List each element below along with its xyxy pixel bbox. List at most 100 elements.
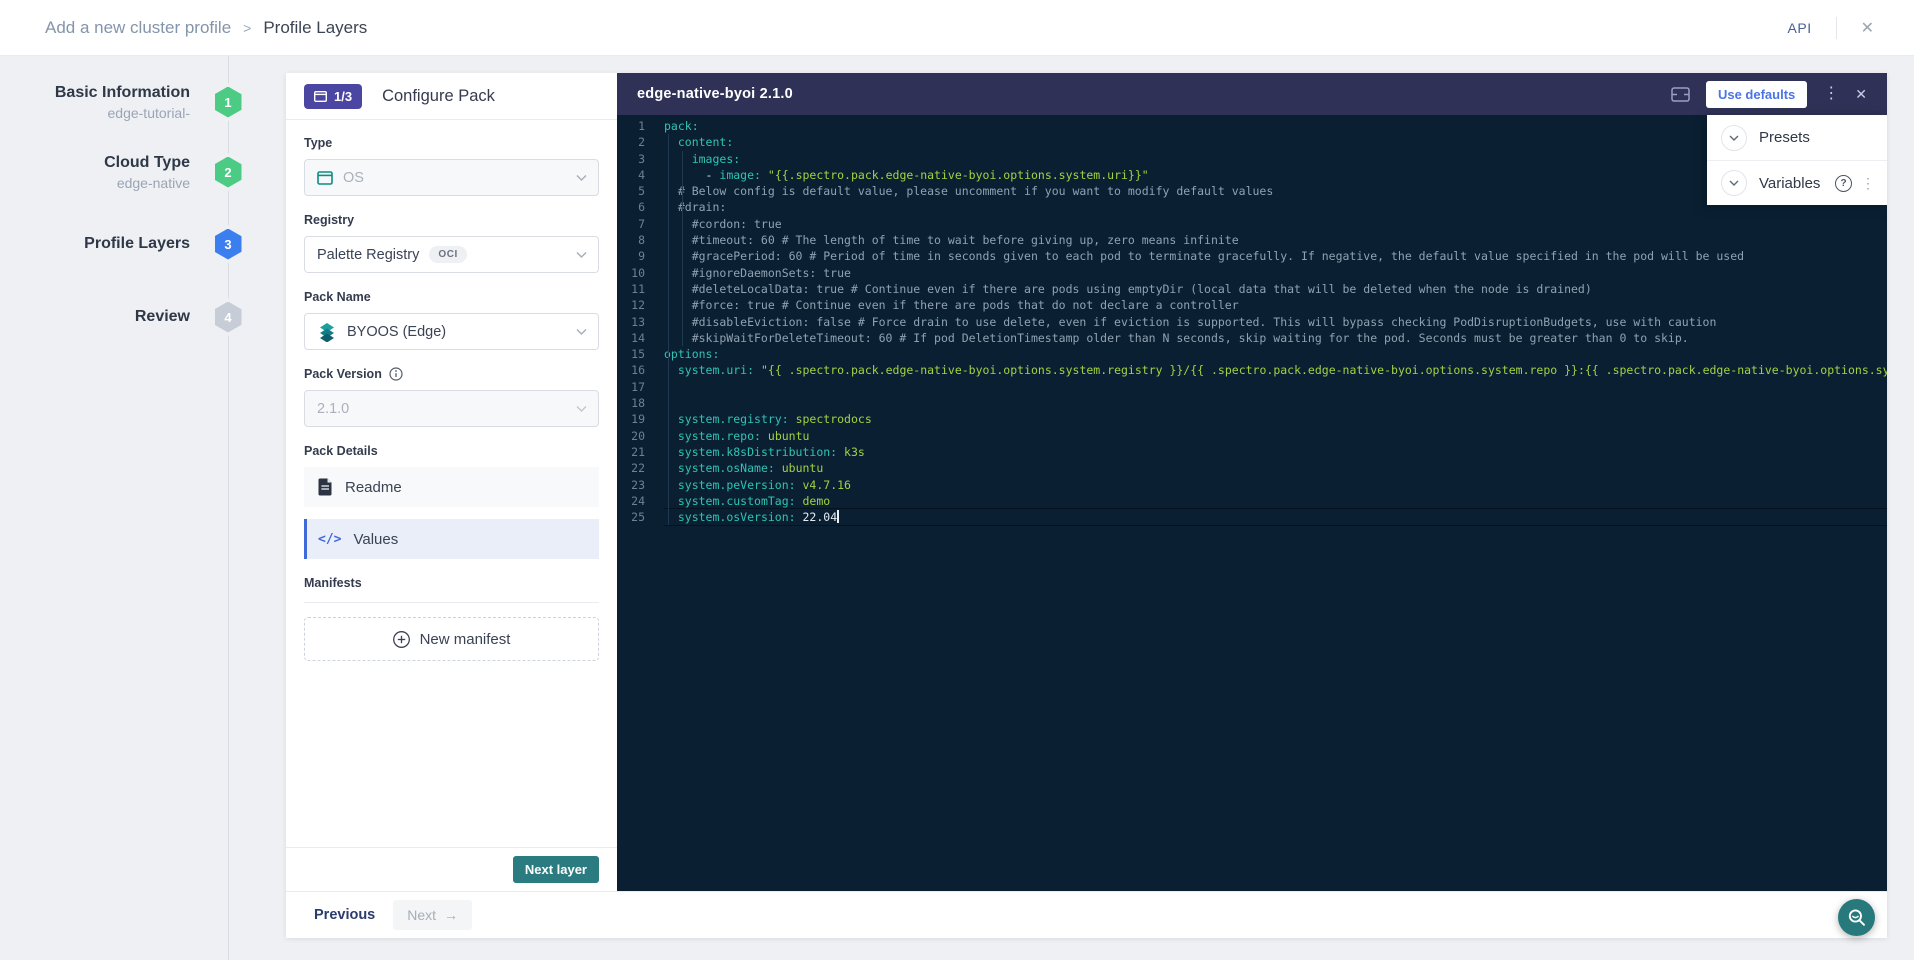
step-title: Basic Information [0,83,190,103]
code-line[interactable]: #skipWaitForDeleteTimeout: 60 # If pod D… [664,330,1887,346]
step-number: 3 [215,229,242,260]
line-number-gutter: 1234567891011121314151617181920212223242… [617,118,664,891]
line-number: 1 [617,118,645,134]
presets-row[interactable]: Presets [1707,115,1887,160]
variables-expand-button[interactable] [1721,170,1747,196]
variables-help-icon[interactable]: ? [1835,175,1852,192]
code-line[interactable]: - image: "{{.spectro.pack.edge-native-by… [664,167,1887,183]
pack-details-label: Pack Details [304,444,599,458]
chevron-down-icon [576,405,587,412]
line-number: 17 [617,379,645,395]
line-number: 3 [617,151,645,167]
code-line[interactable]: system.registry: spectrodocs [664,411,1887,427]
code-line[interactable]: system.osVersion: 22.04 [664,509,1887,525]
registry-label: Registry [304,213,599,227]
breadcrumb-parent-link[interactable]: Add a new cluster profile [45,18,231,38]
next-button[interactable]: Next → [393,900,472,930]
step-number: 2 [215,157,242,188]
code-line[interactable]: #disableEviction: false # Force drain to… [664,314,1887,330]
code-content[interactable]: pack: content: images: - image: "{{.spec… [664,118,1887,891]
use-defaults-button[interactable]: Use defaults [1706,81,1807,108]
pack-name-select[interactable]: BYOOS (Edge) [304,313,599,350]
code-line[interactable]: system.uri: "{{ .spectro.pack.edge-nativ… [664,362,1887,378]
stepper-track-line [228,56,229,960]
breadcrumb-separator: > [243,20,251,36]
step-number: 1 [215,87,242,118]
step-subtitle: edge-native [0,173,190,193]
pack-version-select[interactable]: 2.1.0 [304,390,599,427]
code-line[interactable] [664,379,1887,395]
line-number: 24 [617,493,645,509]
line-number: 21 [617,444,645,460]
presets-expand-button[interactable] [1721,125,1747,151]
line-number: 8 [617,232,645,248]
chevron-down-icon [576,328,587,335]
code-line[interactable]: pack: [664,118,1887,134]
line-number: 2 [617,134,645,150]
code-line[interactable]: system.peVersion: v4.7.16 [664,477,1887,493]
code-line[interactable] [664,395,1887,411]
step-title: Review [0,307,190,327]
next-layer-button[interactable]: Next layer [513,856,599,883]
variables-row[interactable]: Variables ? ⋮ [1707,160,1887,205]
line-number: 9 [617,248,645,264]
code-editor-area[interactable]: 1234567891011121314151617181920212223242… [617,115,1887,891]
code-line[interactable]: # Below config is default value, please … [664,183,1887,199]
chevron-down-icon [576,174,587,181]
api-button[interactable]: API [1788,20,1812,36]
line-number: 13 [617,314,645,330]
configure-pack-header: 1/3 Configure Pack [286,73,617,120]
configure-pack-title: Configure Pack [382,87,495,106]
line-number: 15 [617,346,645,362]
indent-guide [668,134,669,525]
line-number: 19 [617,411,645,427]
line-number: 25 [617,509,645,525]
code-line[interactable]: #timeout: 60 # The length of time to wai… [664,232,1887,248]
editor-pack-title: edge-native-byoi 2.1.0 [637,86,793,102]
line-number: 10 [617,265,645,281]
document-icon [318,478,333,496]
editor-kebab-menu-icon[interactable]: ⋮ [1823,86,1839,102]
line-number: 12 [617,297,645,313]
code-line[interactable]: system.osName: ubuntu [664,460,1887,476]
presets-label: Presets [1759,129,1810,146]
info-icon[interactable] [389,367,403,381]
code-line[interactable]: system.k8sDistribution: k3s [664,444,1887,460]
wizard-close-icon[interactable]: ✕ [1861,18,1874,38]
step-hexagon: 1 [211,83,245,121]
code-line[interactable]: images: [664,151,1887,167]
pack-step-badge: 1/3 [304,84,362,109]
variables-label: Variables [1759,175,1820,192]
help-widget-button[interactable] [1838,899,1875,936]
code-line[interactable]: #gracePeriod: 60 # Period of time in sec… [664,248,1887,264]
code-line[interactable]: options: [664,346,1887,362]
manifests-label: Manifests [304,576,599,590]
step-hexagon: 2 [211,153,245,191]
oci-badge: OCI [429,246,467,263]
code-line[interactable]: #drain: [664,199,1887,215]
values-tab[interactable]: </> Values [304,519,599,559]
code-line[interactable]: system.customTag: demo [664,493,1887,509]
indent-guide [682,151,683,347]
yaml-editor: edge-native-byoi 2.1.0 Use defaults ⋮ ✕ … [617,73,1887,891]
previous-button[interactable]: Previous [314,907,375,923]
code-line[interactable]: #ignoreDaemonSets: true [664,265,1887,281]
step-title: Cloud Type [0,153,190,173]
line-number: 16 [617,362,645,378]
code-line[interactable]: content: [664,134,1887,150]
profile-layers-card: 1/3 Configure Pack Type OS Registry Pale… [286,73,1887,938]
code-line[interactable]: #cordon: true [664,216,1887,232]
new-manifest-button[interactable]: New manifest [304,617,599,661]
editor-close-icon[interactable]: ✕ [1855,87,1867,101]
split-view-icon[interactable] [1671,87,1690,102]
type-select[interactable]: OS [304,159,599,196]
code-line[interactable]: #deleteLocalData: true # Continue even i… [664,281,1887,297]
readme-tab[interactable]: Readme [304,467,599,507]
registry-select[interactable]: Palette Registry OCI [304,236,599,273]
manifests-divider [304,602,599,603]
code-line[interactable]: system.repo: ubuntu [664,428,1887,444]
code-line[interactable]: #force: true # Continue even if there ar… [664,297,1887,313]
variables-kebab-icon[interactable]: ⋮ [1861,176,1875,190]
pack-version-label: Pack Version [304,367,599,381]
line-number: 11 [617,281,645,297]
